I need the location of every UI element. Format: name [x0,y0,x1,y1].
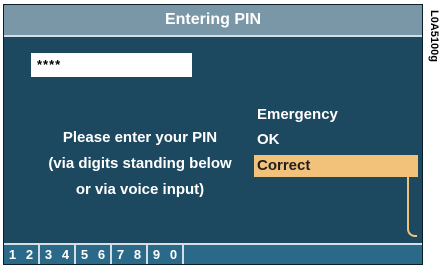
digit-5[interactable]: 5 [81,247,88,262]
digit-pair-1-2[interactable]: 1 2 [4,245,40,264]
scroll-indicator-top [407,163,415,191]
scroll-indicator-hook [407,191,417,237]
digit-4[interactable]: 4 [62,247,69,262]
digit-pair-9-0[interactable]: 9 0 [148,245,184,264]
digit-bar: 1 2 3 4 5 6 7 8 9 0 [4,243,422,264]
digit-6[interactable]: 6 [98,247,105,262]
digit-0[interactable]: 0 [170,247,177,262]
menu-item-correct[interactable]: Correct [254,155,418,177]
figure-code-label: L0A5100g [428,10,440,62]
pin-input[interactable]: **** [31,53,192,77]
digit-3[interactable]: 3 [45,247,52,262]
digit-pair-7-8[interactable]: 7 8 [112,245,148,264]
display-screen: Entering PIN **** Please enter your PIN … [3,4,423,265]
digit-pair-3-4[interactable]: 3 4 [40,245,76,264]
prompt-line-2: (via digits standing below [48,155,232,172]
prompt-line-3: or via voice input) [75,181,205,198]
digit-2[interactable]: 2 [26,247,33,262]
menu-item-emergency[interactable]: Emergency [254,104,338,126]
title-bar: Entering PIN [4,5,422,37]
figure-code: L0A5100g [428,10,442,130]
menu-item-ok[interactable]: OK [254,129,280,151]
digit-bar-empty [184,245,422,264]
digit-8[interactable]: 8 [134,247,141,262]
digit-pair-5-6[interactable]: 5 6 [76,245,112,264]
screen-title: Entering PIN [164,11,261,28]
digit-7[interactable]: 7 [117,247,124,262]
prompt-line-1: Please enter your PIN [62,129,218,146]
digit-1[interactable]: 1 [9,247,16,262]
digit-9[interactable]: 9 [153,247,160,262]
